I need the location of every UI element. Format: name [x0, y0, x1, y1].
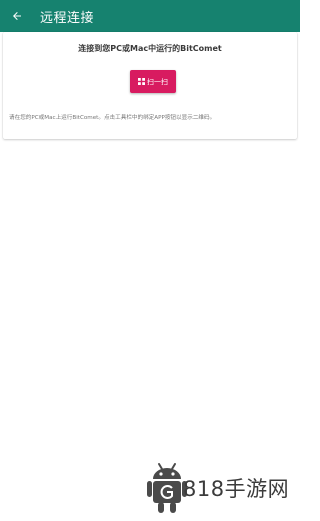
app-bar: 远程连接 — [0, 0, 300, 32]
connect-hint: 请在您的PC或Mac上运行BitComet。点击工具栏中的绑定APP按钮以显示二… — [9, 115, 216, 121]
page-title: 远程连接 — [40, 10, 95, 26]
scan-button-label: 扫一扫 — [147, 77, 168, 86]
connect-card: 连接到您PC或Mac中运行的BitComet 扫一扫 请在您的PC或Mac上运行… — [3, 32, 297, 139]
scan-button[interactable]: 扫一扫 — [130, 70, 176, 93]
back-button[interactable] — [10, 9, 24, 23]
watermark-text: 818手游网 — [183, 476, 290, 501]
watermark: 818手游网 — [147, 460, 297, 515]
connect-heading: 连接到您PC或Mac中运行的BitComet — [78, 44, 222, 53]
android-robot-icon — [147, 462, 187, 513]
qr-grid-icon — [138, 78, 145, 85]
arrow-left-icon — [13, 12, 21, 20]
